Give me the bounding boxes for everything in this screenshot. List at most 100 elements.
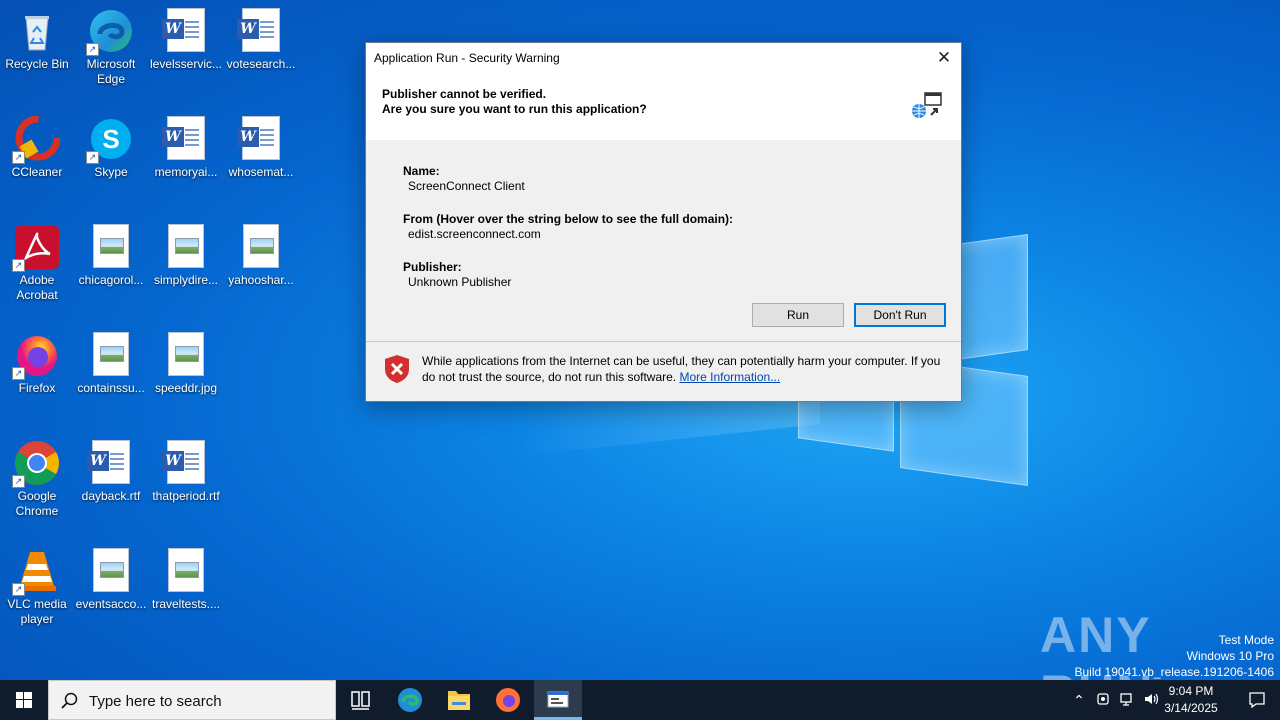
dialog-title: Application Run - Security Warning (374, 51, 560, 65)
image-file-icon (163, 224, 209, 270)
publisher-value: Unknown Publisher (408, 275, 512, 289)
desktop-icon-image-file[interactable]: chicagorol... (74, 224, 148, 288)
application-run-icon (911, 91, 943, 121)
warning-text: While applications from the Internet can… (422, 353, 942, 385)
shield-error-icon (384, 354, 410, 384)
file-explorer-icon (448, 691, 470, 710)
svg-text:S: S (102, 124, 119, 154)
acrobat-icon: ↗ (12, 224, 60, 272)
firefox-icon (496, 688, 520, 712)
network-icon[interactable] (1118, 691, 1136, 709)
desktop-icon-skype[interactable]: S ↗ Skype (74, 116, 148, 180)
name-label: Name: (403, 164, 440, 178)
desktop-icon-label: eventsacco... (75, 597, 147, 611)
chevron-up-icon[interactable]: ⌃ (1070, 691, 1088, 709)
ccleaner-icon: ↗ (12, 115, 61, 164)
desktop-icon-label: Recycle Bin (5, 57, 69, 71)
watermark-build: Build 19041.vb_release.191206-1406 (1074, 665, 1275, 679)
windows-watermark: Test Mode Windows 10 Pro Build 19041.vb_… (1075, 632, 1275, 680)
word-document-icon: W (162, 440, 209, 486)
image-file-icon (88, 548, 134, 594)
dialog-header: Publisher cannot be verified. Are you su… (366, 73, 961, 140)
image-file-icon (88, 224, 134, 270)
clock-date: 3/14/2025 (1164, 701, 1218, 715)
task-view-icon (351, 691, 370, 710)
word-document-icon: W (162, 116, 209, 162)
watermark-edition: Windows 10 Pro (1186, 649, 1274, 663)
desktop-icon-image-file[interactable]: eventsacco... (74, 548, 148, 612)
desktop-icon-label: whosemat... (228, 165, 294, 179)
taskbar-search-box[interactable]: Type here to search (48, 680, 336, 720)
desktop-icon-firefox[interactable]: ↗ Firefox (0, 332, 74, 396)
system-tray: ⌃ 9:04 PM 3/14/2025 (1060, 680, 1280, 720)
desktop-icon-image-file[interactable]: simplydire... (149, 224, 223, 288)
close-icon[interactable]: ✕ (927, 43, 961, 73)
desktop-icon-vlc[interactable]: ↗ VLC media player (0, 548, 74, 627)
image-file-icon (238, 224, 284, 270)
taskbar-clock[interactable]: 9:04 PM 3/14/2025 (1156, 683, 1226, 717)
desktop-icon-label: chicagorol... (78, 273, 144, 287)
application-run-icon (547, 691, 569, 708)
search-placeholder: Type here to search (89, 693, 222, 710)
desktop-icon-label: Skype (94, 165, 128, 179)
device-icon[interactable] (1094, 691, 1112, 709)
vlc-icon: ↗ (12, 548, 60, 596)
word-document-icon: W (237, 8, 284, 54)
taskbar-firefox-button[interactable] (484, 680, 532, 720)
image-file-icon (163, 548, 209, 594)
desktop-icon-image-file[interactable]: containssu... (74, 332, 148, 396)
desktop-icon-word-document[interactable]: W whosemat... (224, 116, 298, 180)
task-view-button[interactable] (336, 680, 384, 720)
run-button[interactable]: Run (752, 303, 844, 327)
desktop-icon-ccleaner[interactable]: ↗ CCleaner (0, 115, 74, 180)
search-icon (61, 692, 79, 710)
dialog-titlebar[interactable]: Application Run - Security Warning ✕ (366, 43, 961, 73)
desktop-icon-microsoft-edge[interactable]: ↗ Microsoft Edge (74, 8, 148, 87)
edge-icon (398, 688, 422, 712)
desktop-icon-word-document[interactable]: W memoryai... (149, 116, 223, 180)
word-document-icon: W (237, 116, 284, 162)
edge-icon: ↗ (86, 8, 134, 56)
desktop-icon-label: levelsservic... (149, 57, 223, 71)
more-information-link[interactable]: More Information... (679, 370, 780, 384)
desktop-icon-word-document[interactable]: W dayback.rtf (74, 440, 148, 504)
desktop-icon-label: Firefox (18, 381, 56, 395)
recycle-bin-icon (14, 8, 60, 54)
from-label: From (Hover over the string below to see… (403, 212, 734, 226)
desktop-icon-image-file[interactable]: traveltests.... (149, 548, 223, 612)
taskbar-file-explorer-button[interactable] (435, 680, 483, 720)
desktop-icon-label: dayback.rtf (81, 489, 141, 503)
desktop-icon-word-document[interactable]: W votesearch... (224, 8, 298, 72)
clock-time: 9:04 PM (1168, 684, 1214, 698)
from-value[interactable]: edist.screenconnect.com (403, 227, 924, 242)
taskbar: Type here to search ⌃ 9:04 PM 3/14/2025 (0, 680, 1280, 720)
dont-run-button[interactable]: Don't Run (854, 303, 946, 327)
desktop-icon-image-file[interactable]: yahooshar... (224, 224, 298, 288)
warning-question: Are you sure you want to run this applic… (382, 102, 647, 116)
desktop-icon-image-file[interactable]: speeddr.jpg (149, 332, 223, 396)
desktop-icon-label: containssu... (77, 381, 145, 395)
desktop-icon-label: thatperiod.rtf (152, 489, 220, 503)
desktop-icon-word-document[interactable]: W levelsservic... (149, 8, 223, 72)
start-button[interactable] (0, 680, 48, 720)
chrome-icon: ↗ (12, 440, 60, 488)
desktop-icon-label: memoryai... (154, 165, 218, 179)
desktop-icon-label: traveltests.... (151, 597, 221, 611)
image-file-icon (88, 332, 134, 378)
desktop-icon-label: CCleaner (11, 165, 63, 179)
taskbar-edge-button[interactable] (386, 680, 434, 720)
publisher-label: Publisher: (403, 260, 462, 274)
desktop-icon-recycle-bin[interactable]: Recycle Bin (0, 8, 74, 72)
desktop-icon-label: Google Chrome (15, 489, 59, 518)
windows-start-icon (16, 692, 32, 708)
desktop-icon-word-document[interactable]: W thatperiod.rtf (149, 440, 223, 504)
word-document-icon: W (87, 440, 134, 486)
desktop-icon-adobe-acrobat[interactable]: ↗ Adobe Acrobat (0, 224, 74, 303)
name-value: ScreenConnect Client (408, 179, 525, 193)
word-document-icon: W (162, 8, 209, 54)
desktop-icon-google-chrome[interactable]: ↗ Google Chrome (0, 440, 74, 519)
desktop-icon-label: votesearch... (226, 57, 296, 71)
taskbar-application-run-button[interactable] (534, 680, 582, 720)
notifications-icon[interactable] (1246, 691, 1268, 709)
dialog-footer: While applications from the Internet can… (366, 341, 961, 401)
